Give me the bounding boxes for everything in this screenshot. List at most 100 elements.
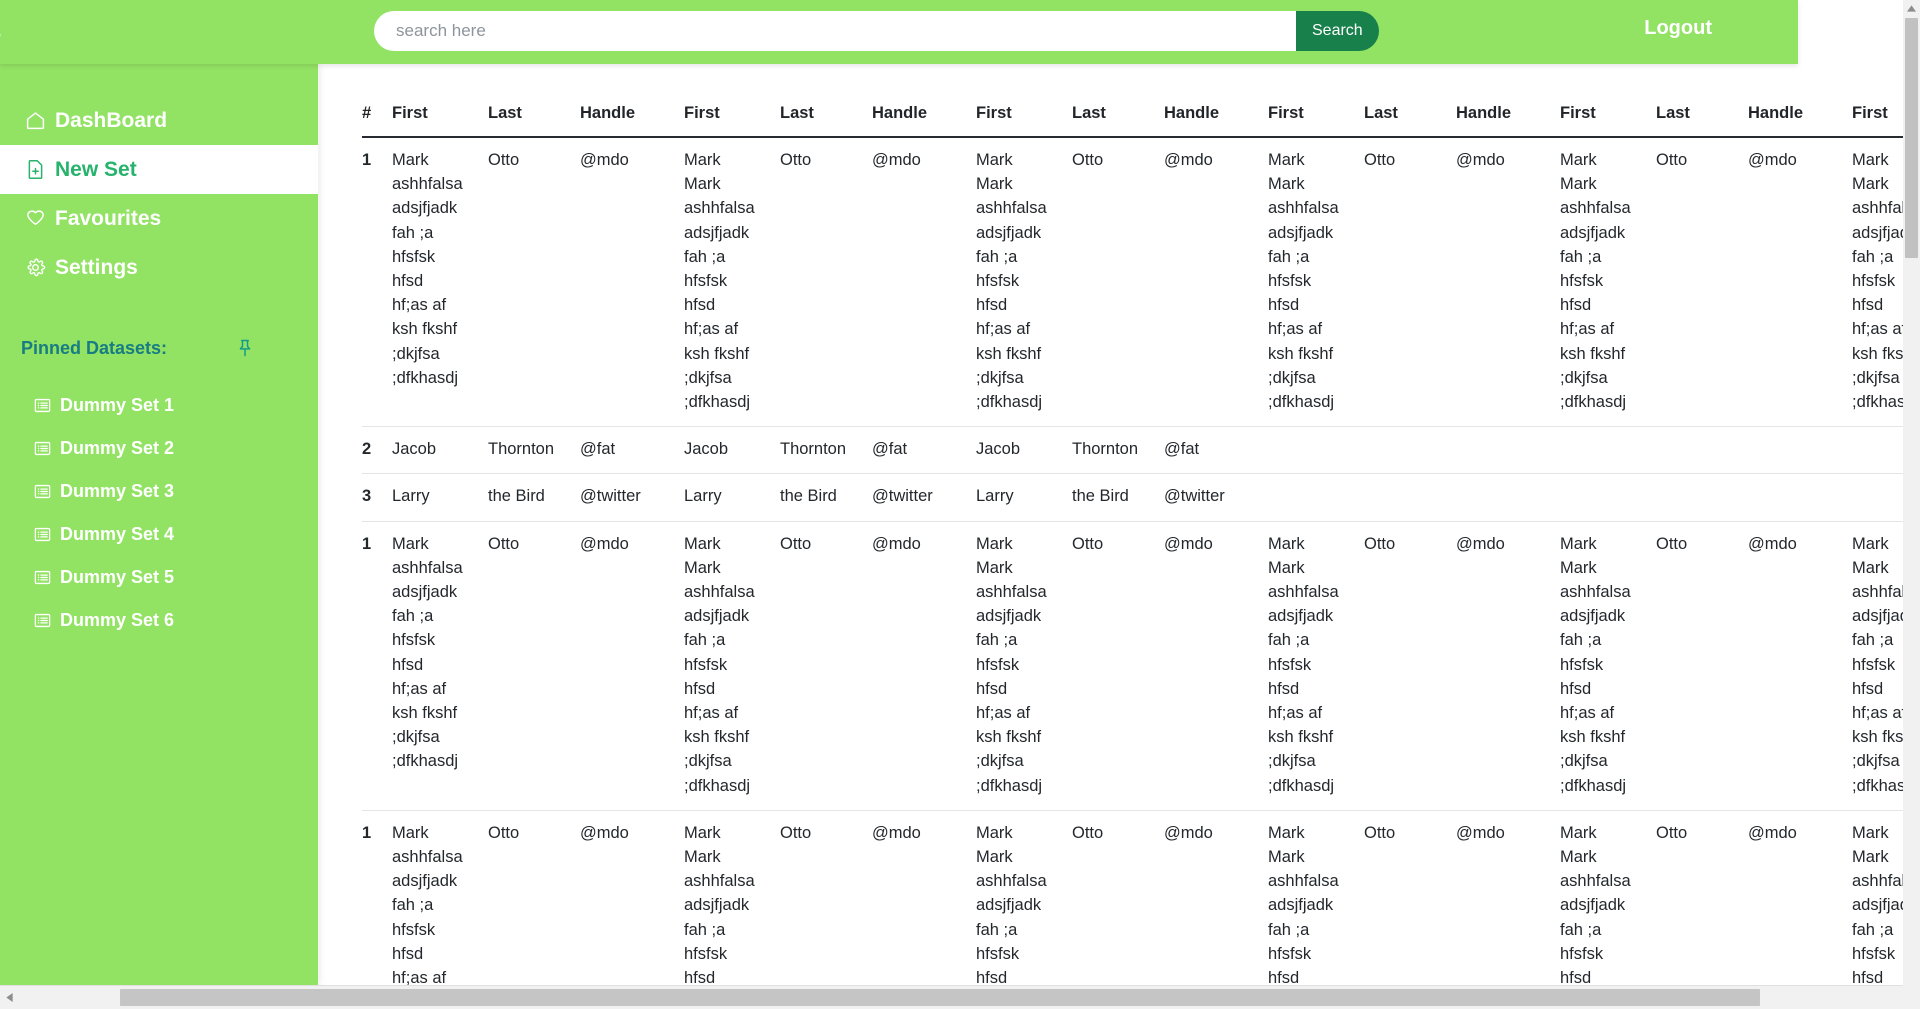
cell-handle: @mdo: [580, 521, 684, 811]
cell-first: MarkMarkashhfalsaadsjfjadkfah ;ahfsfskhf…: [1560, 521, 1656, 811]
cell-first: MarkMarkashhfalsaadsjfjadkfah ;ahfsfskhf…: [1268, 521, 1364, 811]
sidebar-item-new-set[interactable]: New Set: [0, 145, 318, 194]
pinned-item-dummy-set-5[interactable]: Dummy Set 5: [0, 556, 318, 599]
row-index: 1: [362, 810, 392, 985]
cell-first: MarkMarkashhfalsaadsjfjadkfah ;ahfsfskhf…: [1852, 137, 1903, 428]
row-index: 1: [362, 521, 392, 811]
scrollbar-corner: [1903, 985, 1920, 1009]
cell-last: Otto: [488, 137, 580, 428]
table-row[interactable]: 1 Mark ashhfalsa adsjfjadk fah ;a hfsfsk hfsd h…: [362, 137, 1903, 428]
list-icon: [33, 611, 52, 630]
cell-last: Otto: [780, 521, 872, 811]
cell-last: Thornton: [780, 426, 872, 475]
cell-handle: [1748, 426, 1852, 475]
cell-first: [1560, 426, 1656, 475]
vertical-scrollbar[interactable]: [1903, 0, 1920, 985]
pinned-datasets-list: Dummy Set 1 Dummy Set 2 Dummy Set 3 Dumm…: [0, 384, 318, 642]
cell-first: [1268, 473, 1364, 522]
cell-last: Otto: [1364, 137, 1456, 428]
cell-last: [1364, 473, 1456, 522]
pinned-item-label: Dummy Set 1: [60, 395, 175, 415]
datasets-table: # First Last Handle First Last Handle First Last…: [362, 104, 1903, 985]
app-brand-title: s: [0, 18, 2, 46]
pinned-item-dummy-set-4[interactable]: Dummy Set 4: [0, 513, 318, 556]
scroll-left-arrow-icon[interactable]: [0, 986, 18, 1009]
horizontal-scroll-thumb[interactable]: [120, 989, 1760, 1006]
gear-icon: [25, 257, 46, 278]
table-header-last: Last: [780, 104, 872, 138]
list-icon: [33, 439, 52, 458]
cell-handle: @mdo: [1164, 810, 1268, 985]
cell-first: Mark ashhfalsa adsjfjadk fah ;a hfsfsk hfsd hf…: [392, 521, 488, 811]
table-header-first: First: [1560, 104, 1656, 138]
row-index: 1: [362, 137, 392, 428]
sidebar-item-favourites[interactable]: Favourites: [0, 194, 318, 243]
cell-handle: @twitter: [872, 473, 976, 522]
cell-first: MarkMarkashhfalsaadsjfjadkfah ;ahfsfskhf…: [1852, 810, 1903, 985]
sidebar-item-label: Settings: [55, 255, 138, 279]
table-header-index: #: [362, 104, 392, 138]
search-input[interactable]: [374, 11, 1296, 51]
cell-last: the Bird: [1072, 473, 1164, 522]
cell-first: Jacob: [392, 426, 488, 475]
table-header-first: First: [684, 104, 780, 138]
pinned-item-dummy-set-1[interactable]: Dummy Set 1: [0, 384, 318, 427]
pin-icon[interactable]: [235, 338, 255, 358]
cell-first: Jacob: [684, 426, 780, 475]
cell-handle: @mdo: [1456, 521, 1560, 811]
table-row[interactable]: 3 Larry the Bird @twitter Larry the Bird @twit…: [362, 473, 1903, 522]
cell-handle: @mdo: [580, 810, 684, 985]
pinned-item-dummy-set-3[interactable]: Dummy Set 3: [0, 470, 318, 513]
cell-last: Thornton: [1072, 426, 1164, 475]
app-root: s Search Logout DashBoard: [0, 0, 1920, 1009]
sidebar: DashBoard New Set Favourites Settings Pi…: [0, 64, 318, 985]
cell-last: the Bird: [780, 473, 872, 522]
table-row[interactable]: 1 Mark ashhfalsa adsjfjadk fah ;a hfsfsk hfsd h…: [362, 521, 1903, 811]
search-bar: Search: [374, 11, 1379, 51]
sidebar-item-dashboard[interactable]: DashBoard: [0, 96, 318, 145]
cell-last: Otto: [1656, 521, 1748, 811]
cell-last: Otto: [1072, 137, 1164, 428]
main-content: # First Last Handle First Last Handle First Last…: [318, 64, 1903, 985]
cell-first: MarkMarkashhfalsaadsjfjadkfah ;ahfsfskhf…: [1268, 137, 1364, 428]
cell-handle: @mdo: [1748, 521, 1852, 811]
sidebar-item-settings[interactable]: Settings: [0, 243, 318, 292]
home-icon: [25, 110, 46, 131]
cell-first: MarkMarkashhfalsaadsjfjadkfah ;ahfsfskhf…: [1852, 521, 1903, 811]
row-index: 3: [362, 473, 392, 522]
pinned-item-dummy-set-2[interactable]: Dummy Set 2: [0, 427, 318, 470]
cell-handle: @mdo: [872, 810, 976, 985]
cell-first: [1268, 426, 1364, 475]
table-header-handle: Handle: [1164, 104, 1268, 138]
table-row[interactable]: 1 Mark ashhfalsa adsjfjadk fah ;a hfsfsk hfsd h…: [362, 810, 1903, 985]
cell-last: Otto: [1364, 521, 1456, 811]
table-scroll-container[interactable]: # First Last Handle First Last Handle First Last…: [318, 64, 1903, 985]
table-row[interactable]: 2 Jacob Thornton @fat Jacob Thornton @fat Jacob…: [362, 426, 1903, 475]
cell-last: Otto: [488, 521, 580, 811]
table-header-last: Last: [1656, 104, 1748, 138]
pinned-item-dummy-set-6[interactable]: Dummy Set 6: [0, 599, 318, 642]
list-icon: [33, 482, 52, 501]
cell-first: [1852, 473, 1903, 522]
table-header-handle: Handle: [1748, 104, 1852, 138]
logout-button[interactable]: Logout: [1638, 16, 1718, 41]
cell-first: MarkMarkashhfalsaadsjfjadkfah ;ahfsfskhf…: [1268, 810, 1364, 985]
pinned-item-label: Dummy Set 5: [60, 567, 175, 587]
cell-last: Otto: [1656, 137, 1748, 428]
pinned-item-label: Dummy Set 6: [60, 610, 175, 630]
sidebar-item-label: DashBoard: [55, 108, 168, 132]
cell-first: Mark ashhfalsa adsjfjadk fah ;a hfsfsk hfsd hf…: [392, 137, 488, 428]
horizontal-scrollbar[interactable]: [0, 985, 1920, 1009]
table-header-first: First: [976, 104, 1072, 138]
cell-last: Thornton: [488, 426, 580, 475]
table-head: # First Last Handle First Last Handle First Last…: [362, 104, 1903, 138]
search-button[interactable]: Search: [1296, 11, 1379, 51]
cell-first: MarkMarkashhfalsaadsjfjadkfah ;ahfsfskhf…: [1560, 810, 1656, 985]
table-header-handle: Handle: [580, 104, 684, 138]
cell-handle: [1456, 426, 1560, 475]
scroll-up-arrow-icon[interactable]: [1903, 0, 1920, 17]
vertical-scroll-thumb[interactable]: [1905, 18, 1918, 258]
cell-first: Larry: [392, 473, 488, 522]
cell-first: MarkMarkashhfalsaadsjfjadkfah ;ahfsfskhf…: [1560, 137, 1656, 428]
cell-first: [1852, 426, 1903, 475]
